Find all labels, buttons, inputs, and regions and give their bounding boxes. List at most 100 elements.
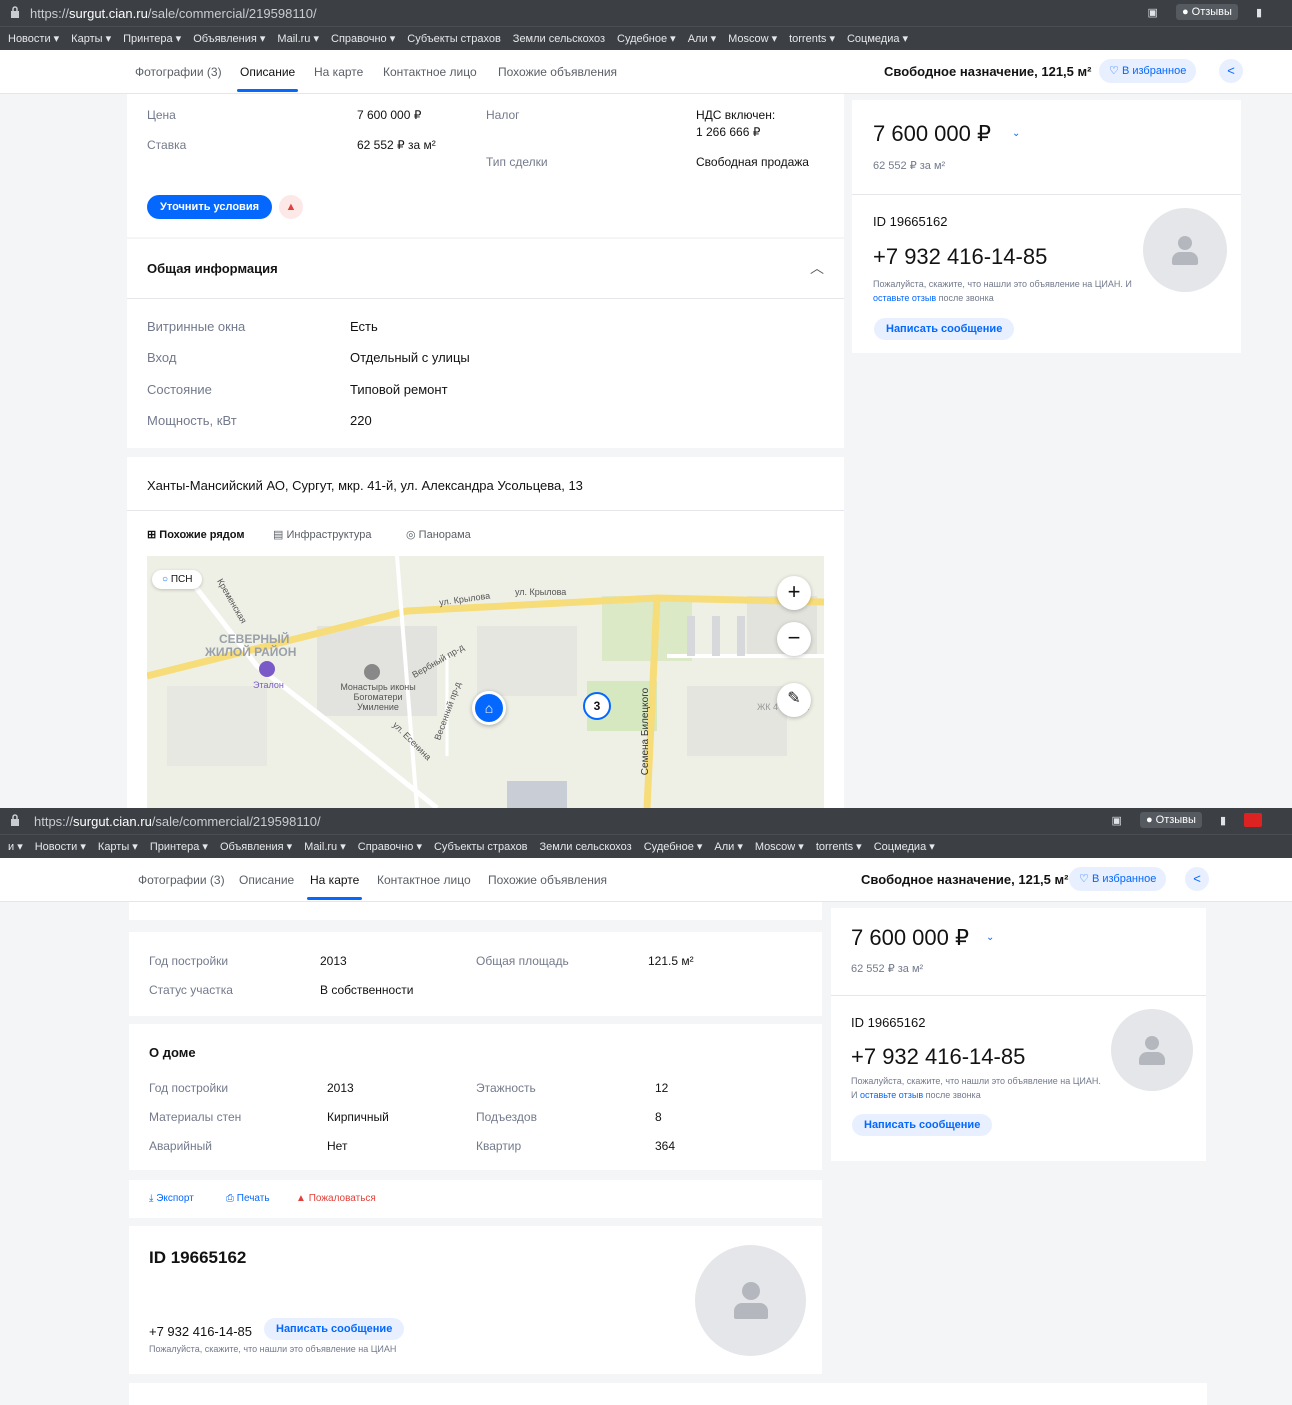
map-pin-icon[interactable]: ⌂ — [472, 691, 506, 725]
bookmark-item[interactable]: Справочно ▾ — [358, 840, 422, 853]
printer-icon: ⎙ — [226, 1193, 234, 1204]
bookmark-item[interactable]: Субъекты страхов — [407, 33, 501, 45]
bookmark-item[interactable]: Принтера ▾ — [123, 32, 181, 45]
bookmark-item[interactable]: Mail.ru ▾ — [277, 32, 319, 45]
map-tab-infrastructure[interactable]: ▤ Инфраструктура — [273, 528, 371, 541]
map-cluster-marker[interactable]: 3 — [583, 692, 611, 720]
general-info-title: Общая информация — [147, 261, 278, 276]
floors-label: Этажность — [476, 1081, 536, 1095]
tab-similar[interactable]: Похожие объявления — [488, 873, 607, 887]
contact-message-button[interactable]: Написать сообщение — [264, 1318, 405, 1340]
favorite-button[interactable]: ♡ В избранное — [1069, 867, 1167, 891]
bookmark-item[interactable]: Moscow ▾ — [755, 840, 804, 853]
zoom-in-button[interactable]: + — [777, 576, 811, 610]
review-link[interactable]: оставьте отзыв — [873, 293, 936, 303]
walls-label: Материалы стен — [149, 1110, 242, 1124]
tab-description[interactable]: Описание — [236, 65, 299, 92]
bookmark-item[interactable]: Земли сельскохоз — [513, 33, 605, 45]
chevron-down-icon[interactable]: ⌄ — [986, 932, 994, 943]
bookmark-icon[interactable]: ▮ — [1220, 814, 1226, 827]
floors-value: 12 — [655, 1081, 669, 1095]
complain-link[interactable]: ▲ Пожаловаться — [296, 1193, 376, 1204]
write-message-button[interactable]: Написать сообщение — [874, 318, 1015, 340]
walls-value: Кирпичный — [327, 1110, 389, 1124]
contact-note: Пожалуйста, скажите, что нашли это объяв… — [149, 1344, 397, 1354]
phone-number[interactable]: +7 932 416-14-85 — [851, 1044, 1025, 1070]
bookmark-item[interactable]: Земли сельскохоз — [540, 841, 632, 853]
bookmark-item[interactable]: Соцмедиа ▾ — [847, 32, 908, 45]
tab-contact[interactable]: Контактное лицо — [377, 873, 471, 887]
location-map[interactable]: ○ ПСН ул. Крылова ул. Крылова СЕВЕРНЫЙ Ж… — [147, 556, 824, 808]
bookmark-item[interactable]: Карты ▾ — [71, 32, 111, 45]
tab-photos[interactable]: Фотографии (3) — [135, 65, 222, 79]
feedback-button[interactable]: ● Отзывы — [1139, 812, 1202, 828]
tab-map[interactable]: На карте — [306, 873, 363, 900]
tab-description[interactable]: Описание — [239, 873, 294, 887]
bookmark-item[interactable]: Судебное ▾ — [644, 840, 703, 853]
bookmark-item[interactable]: Новости ▾ — [35, 840, 86, 853]
address-text: Ханты-Мансийский АО, Сургут, мкр. 41-й, … — [147, 478, 583, 493]
map-card-bottom-edge — [129, 902, 822, 920]
map-poi-icon[interactable] — [259, 661, 275, 677]
clarify-terms-button[interactable]: Уточнить условия — [147, 195, 272, 219]
map-filter-chip[interactable]: ○ ПСН — [152, 570, 203, 589]
export-link[interactable]: ⤓ Экспорт — [149, 1193, 194, 1204]
bookmark-item[interactable]: Новости ▾ — [8, 32, 59, 45]
browser-address-bar[interactable]: https://surgut.cian.ru/sale/commercial/2… — [0, 0, 1292, 26]
bookmark-item[interactable]: Moscow ▾ — [728, 32, 777, 45]
bookmark-item[interactable]: и ▾ — [8, 840, 23, 853]
review-link[interactable]: оставьте отзыв — [860, 1090, 923, 1100]
emergency-label: Аварийный — [149, 1139, 212, 1153]
avatar-head — [742, 1282, 760, 1300]
lock-icon — [11, 814, 19, 826]
chevron-up-icon[interactable]: ︿ — [810, 258, 824, 278]
bookmark-item[interactable]: Соцмедиа ▾ — [874, 840, 935, 853]
extension-icon[interactable]: ▣ — [1148, 6, 1158, 19]
bookmark-item[interactable]: Принтера ▾ — [150, 840, 208, 853]
tab-similar[interactable]: Похожие объявления — [498, 65, 617, 79]
grid-icon: ⊞ — [147, 529, 157, 541]
bookmark-item[interactable]: Карты ▾ — [98, 840, 138, 853]
tab-photos[interactable]: Фотографии (3) — [138, 873, 225, 887]
phone-number[interactable]: +7 932 416-14-85 — [873, 244, 1047, 270]
share-button[interactable]: < — [1219, 59, 1243, 83]
favorite-button[interactable]: ♡ В избранное — [1099, 59, 1197, 83]
bookmark-item[interactable]: torrents ▾ — [816, 840, 862, 853]
bookmark-icon[interactable]: ▮ — [1256, 6, 1262, 19]
bookmark-item[interactable]: Объявления ▾ — [193, 32, 265, 45]
map-poi-label: Монастырь иконы Богоматери Умиление — [340, 682, 416, 712]
map-tab-panorama[interactable]: ◎ Панорама — [406, 528, 471, 541]
map-tab-similar[interactable]: ⊞ Похожие рядом — [147, 528, 244, 541]
bookmark-item[interactable]: Справочно ▾ — [331, 32, 395, 45]
bookmark-item[interactable]: Объявления ▾ — [220, 840, 292, 853]
url-text[interactable]: https://surgut.cian.ru/sale/commercial/2… — [30, 6, 317, 21]
url-text[interactable]: https://surgut.cian.ru/sale/commercial/2… — [34, 814, 321, 829]
heart-icon: ♡ — [1079, 873, 1089, 885]
bookmark-item[interactable]: Субъекты страхов — [434, 841, 528, 853]
bookmark-item[interactable]: Али ▾ — [714, 840, 742, 853]
browser-address-bar[interactable]: https://surgut.cian.ru/sale/commercial/2… — [0, 808, 1292, 834]
tab-map[interactable]: На карте — [314, 65, 363, 79]
screenshot-top: https://surgut.cian.ru/sale/commercial/2… — [0, 0, 1292, 808]
ruler-icon[interactable]: ✎ — [777, 683, 811, 717]
chevron-down-icon[interactable]: ⌄ — [1012, 128, 1020, 139]
extension-red-icon[interactable] — [1244, 813, 1262, 827]
print-link[interactable]: ⎙ Печать — [226, 1193, 270, 1204]
extension-icon[interactable]: ▣ — [1112, 814, 1122, 827]
listing-nav: Фотографии (3) Описание На карте Контакт… — [0, 50, 1292, 94]
share-button[interactable]: < — [1185, 867, 1209, 891]
bookmark-item[interactable]: Али ▾ — [688, 32, 716, 45]
feedback-button[interactable]: ● Отзывы — [1175, 4, 1238, 20]
bookmark-item[interactable]: torrents ▾ — [789, 32, 835, 45]
tab-contact[interactable]: Контактное лицо — [383, 65, 477, 79]
map-poi-icon[interactable] — [364, 664, 380, 680]
zoom-out-button[interactable]: − — [777, 622, 811, 656]
bookmark-item[interactable]: Mail.ru ▾ — [304, 840, 346, 853]
info-value: 220 — [350, 413, 372, 428]
info-label: Вход — [147, 350, 177, 365]
write-message-button[interactable]: Написать сообщение — [852, 1114, 993, 1136]
warning-icon[interactable]: ▲ — [279, 195, 303, 219]
house-year-label: Год постройки — [149, 1081, 229, 1095]
bookmark-item[interactable]: Судебное ▾ — [617, 32, 676, 45]
contact-phone[interactable]: +7 932 416-14-85 — [149, 1324, 252, 1339]
